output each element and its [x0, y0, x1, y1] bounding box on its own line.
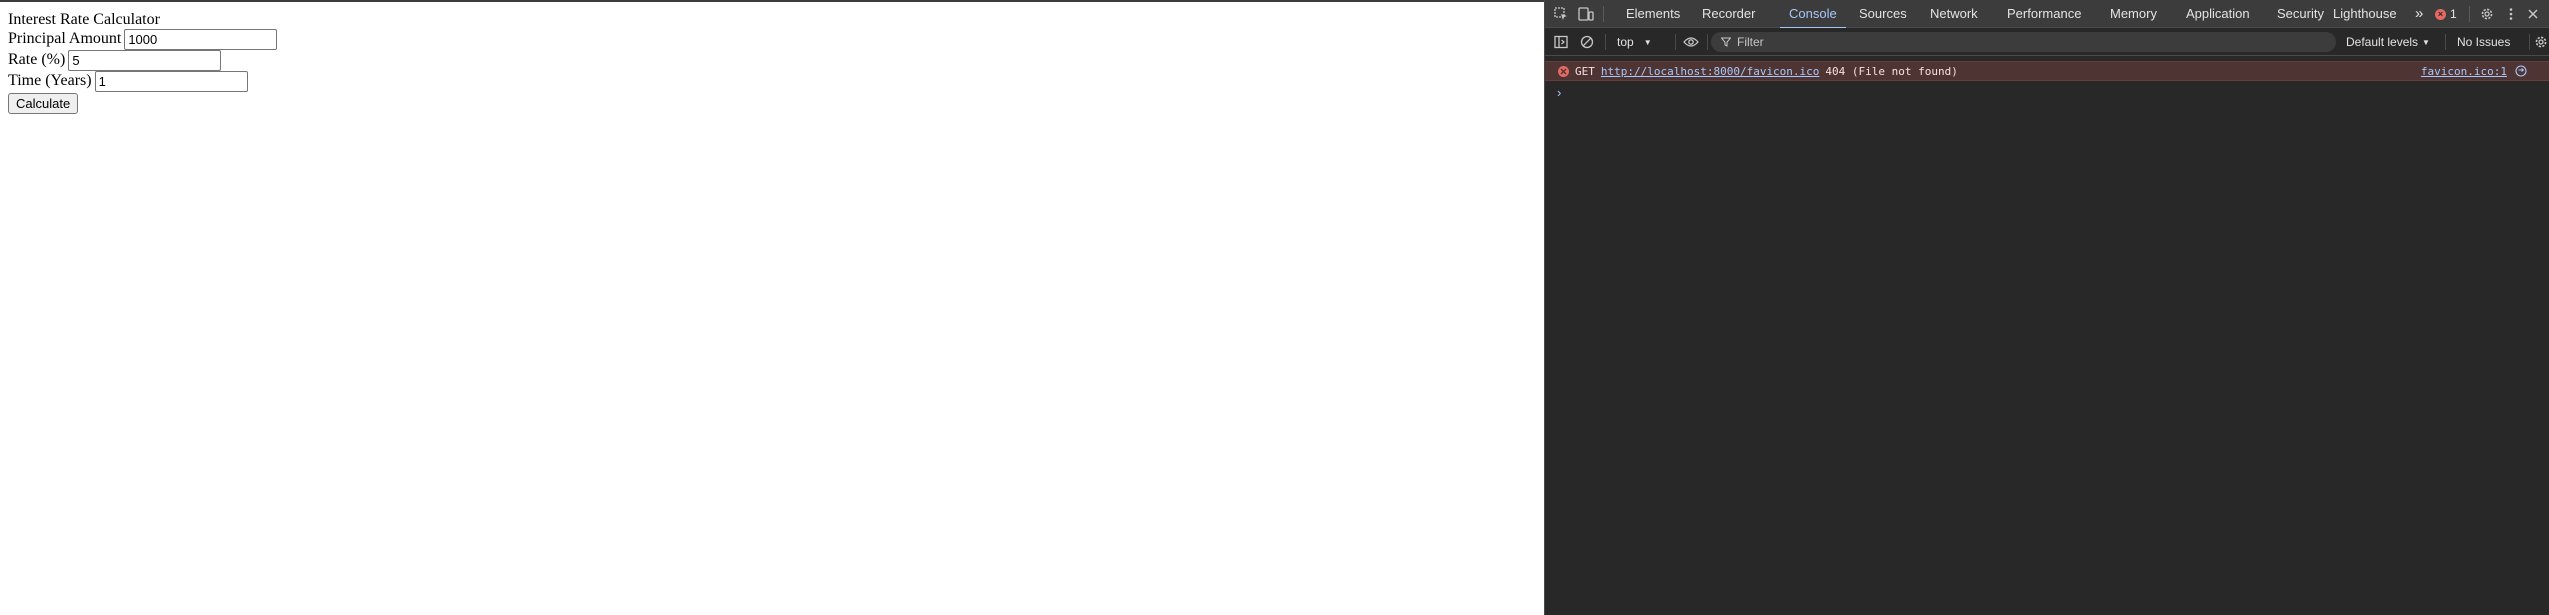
- tab-sources[interactable]: Sources: [1859, 0, 1907, 28]
- caret-down-icon: ▼: [1643, 37, 1652, 47]
- error-x-icon: ×: [2435, 8, 2446, 20]
- console-settings-gear-icon[interactable]: [2533, 34, 2549, 50]
- issues-counter[interactable]: No Issues: [2457, 33, 2510, 51]
- tabbar-divider: [2469, 6, 2470, 22]
- time-label: Time (Years): [8, 72, 92, 89]
- rate-label: Rate (%): [8, 51, 66, 68]
- caret-down-icon: ▼: [2422, 37, 2430, 47]
- principal-label: Principal Amount: [8, 30, 122, 47]
- tab-application[interactable]: Application: [2186, 0, 2250, 28]
- time-input[interactable]: [94, 70, 248, 92]
- request-method: GET: [1575, 64, 1595, 78]
- sidebar-toggle-icon[interactable]: [1553, 34, 1569, 50]
- error-count: 1: [2450, 7, 2457, 21]
- console-toolbar: top ▼ Filter Default levels ▼ No Issues: [1545, 28, 2549, 56]
- clear-console-icon[interactable]: [1579, 34, 1595, 50]
- context-value: top: [1617, 35, 1634, 49]
- page-title: Interest Rate Calculator: [8, 11, 160, 28]
- device-toolbar-icon[interactable]: [1578, 6, 1594, 22]
- filter-input[interactable]: Filter: [1711, 32, 2336, 52]
- context-select[interactable]: top ▼: [1617, 33, 1652, 51]
- toolbar-divider: [1675, 34, 1676, 50]
- console-prompt[interactable]: ›: [1557, 85, 1561, 100]
- error-x-icon: [1558, 65, 1569, 77]
- rate-input[interactable]: [68, 49, 222, 71]
- inspect-element-icon[interactable]: [1553, 6, 1569, 22]
- network-request-icon[interactable]: [2515, 65, 2527, 77]
- eye-icon[interactable]: [1683, 34, 1699, 50]
- rate-row: Rate (%): [8, 49, 222, 71]
- tab-security[interactable]: Security: [2277, 0, 2324, 28]
- source-location-link[interactable]: favicon.ico:1: [2421, 65, 2507, 78]
- calculate-button[interactable]: Calculate: [8, 93, 79, 114]
- toolbar-divider: [2445, 34, 2446, 50]
- time-row: Time (Years): [8, 70, 248, 92]
- tab-performance[interactable]: Performance: [2007, 0, 2081, 28]
- toolbar-divider: [2529, 34, 2530, 50]
- devtools-tabbar: Elements Recorder Console Sources Networ…: [1545, 0, 2549, 29]
- error-badge[interactable]: × 1: [2435, 7, 2457, 21]
- tab-console[interactable]: Console: [1780, 0, 1846, 29]
- toolbar-divider: [1707, 34, 1708, 50]
- request-status: 404 (File not found): [1825, 64, 1958, 78]
- tabbar-divider: [1603, 6, 1604, 22]
- filter-funnel-icon: [1720, 35, 1732, 50]
- kebab-menu-icon[interactable]: [2503, 6, 2519, 22]
- tab-recorder[interactable]: Recorder: [1702, 0, 1755, 28]
- filter-placeholder: Filter: [1737, 35, 1764, 49]
- request-url-link[interactable]: http://localhost:8000/favicon.ico: [1601, 65, 1820, 78]
- log-levels-value: Default levels: [2346, 35, 2419, 49]
- principal-row: Principal Amount: [8, 28, 278, 50]
- principal-input[interactable]: [124, 28, 278, 50]
- settings-gear-icon[interactable]: [2479, 6, 2495, 22]
- tab-network[interactable]: Network: [1930, 0, 1978, 28]
- tab-memory[interactable]: Memory: [2110, 0, 2157, 28]
- log-levels-select[interactable]: Default levels ▼: [2346, 33, 2430, 51]
- console-messages: GET http://localhost:8000/favicon.ico 40…: [1545, 57, 2549, 615]
- console-error-message: GET http://localhost:8000/favicon.ico 40…: [1545, 61, 2549, 81]
- devtools-panel: Elements Recorder Console Sources Networ…: [1544, 0, 2549, 615]
- close-devtools-icon[interactable]: [2525, 6, 2541, 22]
- more-tabs-icon[interactable]: »: [2415, 0, 2423, 28]
- tab-elements[interactable]: Elements: [1626, 0, 1680, 28]
- toolbar-divider: [1605, 34, 1606, 50]
- page-viewport: Interest Rate Calculator Principal Amoun…: [0, 0, 1544, 615]
- tab-lighthouse[interactable]: Lighthouse: [2333, 0, 2397, 28]
